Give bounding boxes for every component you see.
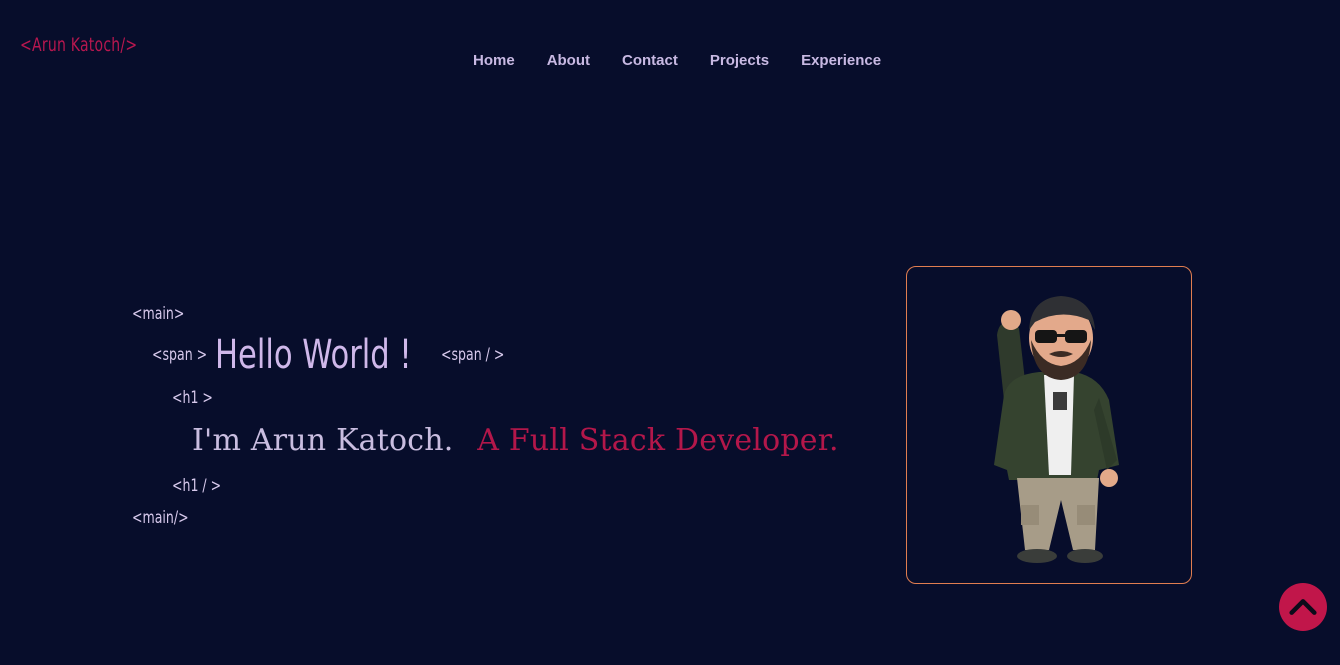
greeting-line: <span > Hello World ! <span / > bbox=[152, 332, 518, 378]
h1-close-tag: <h1 / > bbox=[172, 476, 222, 496]
code-h1-close: <h1 / > bbox=[172, 476, 232, 496]
nav-projects[interactable]: Projects bbox=[710, 52, 769, 69]
nav-about[interactable]: About bbox=[547, 52, 590, 69]
avatar-image bbox=[994, 296, 1119, 563]
intro-name: I'm Arun Katoch. bbox=[192, 423, 454, 458]
code-main-open: <main> bbox=[132, 304, 196, 324]
span-open-tag: <span > bbox=[152, 345, 208, 365]
site-logo[interactable]: <Arun Katoch/> bbox=[20, 34, 137, 56]
hello-greeting: Hello World ! bbox=[215, 332, 412, 378]
nav-contact[interactable]: Contact bbox=[622, 52, 678, 69]
code-main-close: <main/> bbox=[132, 508, 201, 528]
intro-heading: I'm Arun Katoch. A Full Stack Developer. bbox=[192, 423, 839, 458]
span-close-tag: <span / > bbox=[440, 345, 504, 365]
main-close-tag: <main/> bbox=[132, 508, 189, 528]
avatar-card bbox=[906, 266, 1192, 584]
main-open-tag: <main> bbox=[132, 304, 185, 324]
code-h1-open: <h1 > bbox=[172, 388, 222, 408]
scroll-to-top-button[interactable] bbox=[1279, 583, 1327, 631]
chevron-up-icon bbox=[1289, 599, 1317, 615]
intro-role: A Full Stack Developer. bbox=[477, 423, 839, 458]
nav-experience[interactable]: Experience bbox=[801, 52, 881, 69]
nav-home[interactable]: Home bbox=[473, 52, 515, 69]
main-nav: Home About Contact Projects Experience bbox=[473, 52, 913, 69]
h1-open-tag: <h1 > bbox=[172, 388, 213, 408]
